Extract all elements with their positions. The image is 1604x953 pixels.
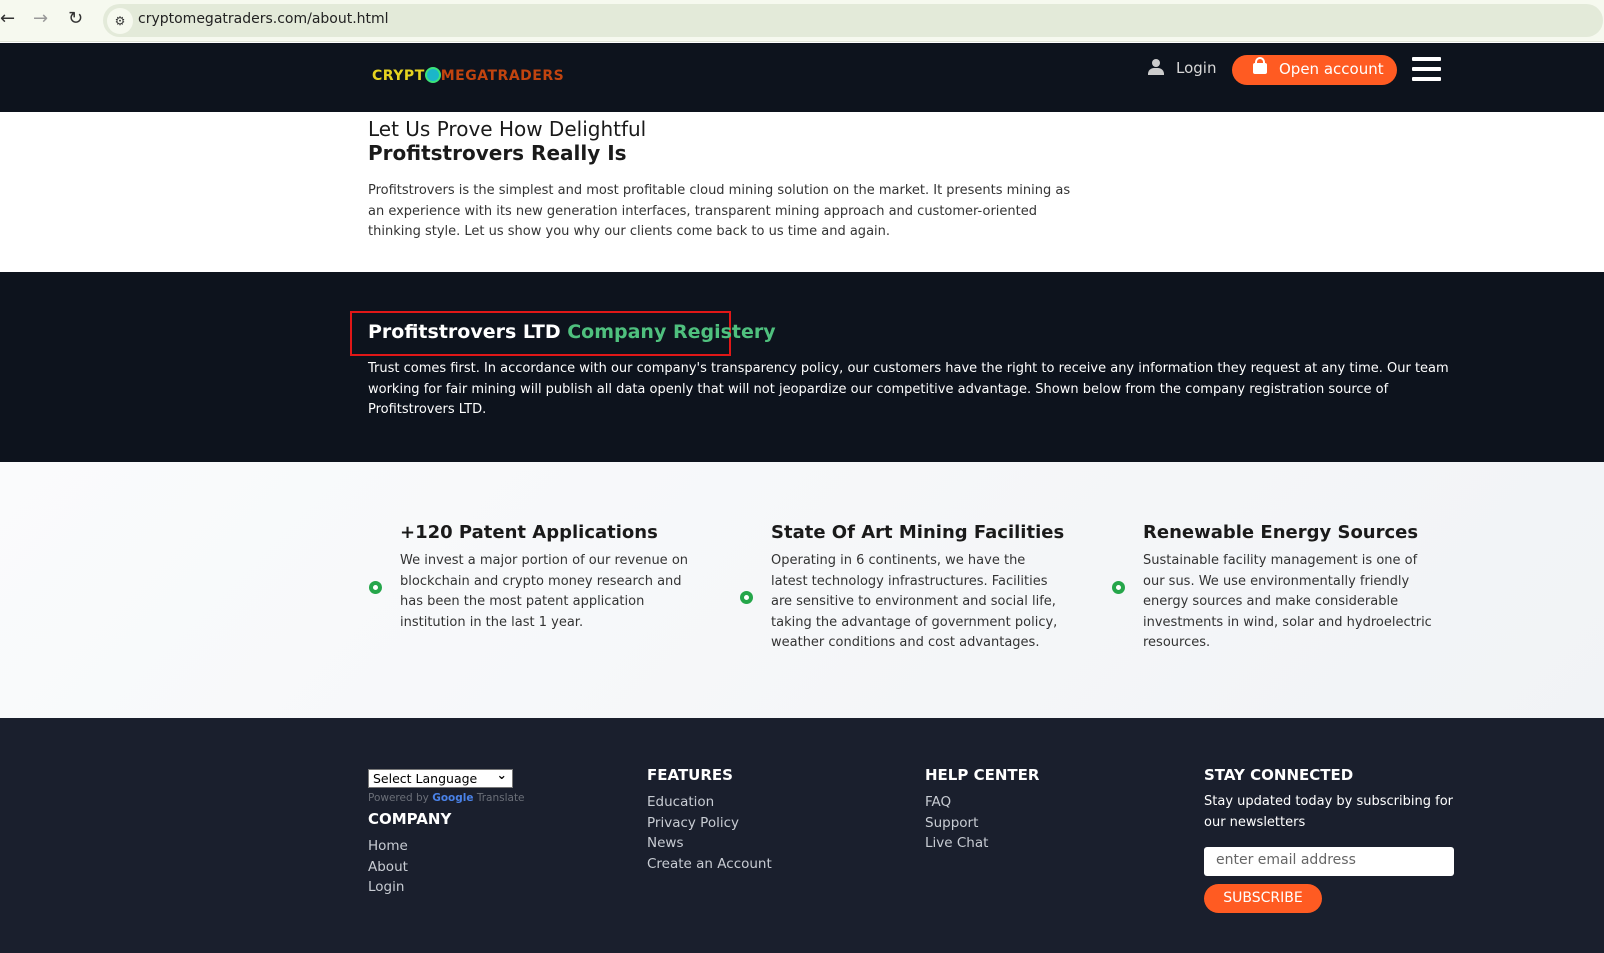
language-select[interactable]: Select Language bbox=[368, 766, 513, 788]
bullet-icon bbox=[740, 591, 753, 604]
translate-link[interactable]: Translate bbox=[477, 792, 525, 804]
logo-text-left: CRYPT bbox=[372, 68, 425, 84]
registry-title: Profitstrovers LTD Company Registery bbox=[368, 321, 776, 343]
footer-link-about[interactable]: About bbox=[368, 857, 525, 878]
login-label: Login bbox=[1176, 59, 1217, 77]
intro-title-line1: Let Us Prove How Delightful bbox=[368, 117, 647, 141]
footer-link-home[interactable]: Home bbox=[368, 836, 525, 857]
bullet-icon bbox=[369, 581, 382, 594]
registry-section: Profitstrovers LTD Company Registery Tru… bbox=[0, 272, 1604, 462]
feature-title: Renewable Energy Sources bbox=[1143, 522, 1419, 543]
forward-icon[interactable]: → bbox=[33, 8, 48, 29]
logo-globe-icon bbox=[424, 67, 441, 83]
registry-title-white: Profitstrovers LTD bbox=[368, 321, 561, 343]
subscribe-button[interactable]: SUBSCRIBE bbox=[1204, 884, 1322, 913]
features-section: +120 Patent Applications We invest a maj… bbox=[0, 462, 1604, 718]
registry-title-green: Company Registery bbox=[567, 321, 776, 343]
feature-text: We invest a major portion of our revenue… bbox=[400, 553, 689, 630]
footer-link-privacy[interactable]: Privacy Policy bbox=[647, 813, 772, 834]
footer-link-education[interactable]: Education bbox=[647, 792, 772, 813]
stay-connected-heading: STAY CONNECTED bbox=[1204, 766, 1354, 784]
feature-item: +120 Patent Applications We invest a maj… bbox=[369, 522, 689, 633]
logo-text-right: MEGATRADERS bbox=[440, 68, 565, 84]
feature-item: Renewable Energy Sources Sustainable fac… bbox=[1112, 522, 1432, 654]
powered-by: Powered by Google Translate bbox=[368, 792, 525, 804]
footer-link-faq[interactable]: FAQ bbox=[925, 792, 1039, 813]
user-icon bbox=[1148, 59, 1164, 75]
intro-text: Profitstrovers is the simplest and most … bbox=[368, 183, 1071, 239]
intro-section: Let Us Prove How Delightful Profitstrover… bbox=[368, 117, 1088, 243]
company-heading: COMPANY bbox=[368, 810, 452, 828]
footer-link-live-chat[interactable]: Live Chat bbox=[925, 833, 1039, 854]
reload-icon[interactable]: ↻ bbox=[68, 8, 83, 29]
feature-text: Operating in 6 continents, we have the l… bbox=[771, 553, 1058, 650]
feature-text: Sustainable facility management is one o… bbox=[1143, 553, 1432, 650]
bullet-icon bbox=[1112, 581, 1125, 594]
newsletter-text: Stay updated today by subscribing for ou… bbox=[1204, 794, 1454, 830]
powered-by-label: Powered by bbox=[368, 792, 429, 804]
registry-highlight-box: Profitstrovers LTD Company Registery bbox=[350, 311, 776, 356]
menu-icon[interactable] bbox=[1412, 57, 1441, 82]
url-text: cryptomegatraders.com/about.html bbox=[138, 11, 389, 27]
registry-text: Trust comes first. In accordance with ou… bbox=[368, 361, 1449, 417]
google-logo: Google bbox=[432, 792, 474, 804]
footer-link-create-account[interactable]: Create an Account bbox=[647, 854, 772, 875]
footer-link-support[interactable]: Support bbox=[925, 813, 1039, 834]
feature-title: +120 Patent Applications bbox=[400, 522, 658, 543]
open-account-button[interactable]: Open account bbox=[1232, 55, 1397, 85]
intro-title-line2: Profitstrovers Really Is bbox=[368, 141, 627, 165]
site-header: CRYPT MEGATRADERS Login Open account bbox=[0, 43, 1604, 112]
lock-icon bbox=[1253, 57, 1267, 74]
footer-help: HELP CENTER FAQ Support Live Chat bbox=[925, 766, 1039, 854]
footer-newsletter: STAY CONNECTED Stay updated today by sub… bbox=[1204, 766, 1454, 913]
feature-title: State Of Art Mining Facilities bbox=[771, 522, 1065, 543]
logo[interactable]: CRYPT MEGATRADERS bbox=[372, 67, 564, 84]
feature-item: State Of Art Mining Facilities Operating… bbox=[740, 522, 1065, 654]
open-account-label: Open account bbox=[1279, 60, 1384, 78]
help-heading: HELP CENTER bbox=[925, 766, 1040, 784]
footer-company: Select Language Powered by Google Transl… bbox=[368, 766, 525, 898]
footer: Select Language Powered by Google Transl… bbox=[0, 718, 1604, 953]
login-link[interactable]: Login bbox=[1148, 59, 1216, 77]
footer-features: FEATURES Education Privacy Policy News C… bbox=[647, 766, 772, 874]
footer-link-login[interactable]: Login bbox=[368, 877, 525, 898]
back-icon[interactable]: ← bbox=[0, 8, 15, 29]
email-input[interactable]: enter email address bbox=[1204, 847, 1454, 876]
site-settings-icon[interactable]: ⚙ bbox=[107, 8, 133, 34]
browser-toolbar: ← → ↻ ⚙ cryptomegatraders.com/about.html bbox=[0, 0, 1604, 42]
footer-link-news[interactable]: News bbox=[647, 833, 772, 854]
features-heading: FEATURES bbox=[647, 766, 733, 784]
address-bar[interactable]: ⚙ cryptomegatraders.com/about.html bbox=[103, 4, 1603, 37]
